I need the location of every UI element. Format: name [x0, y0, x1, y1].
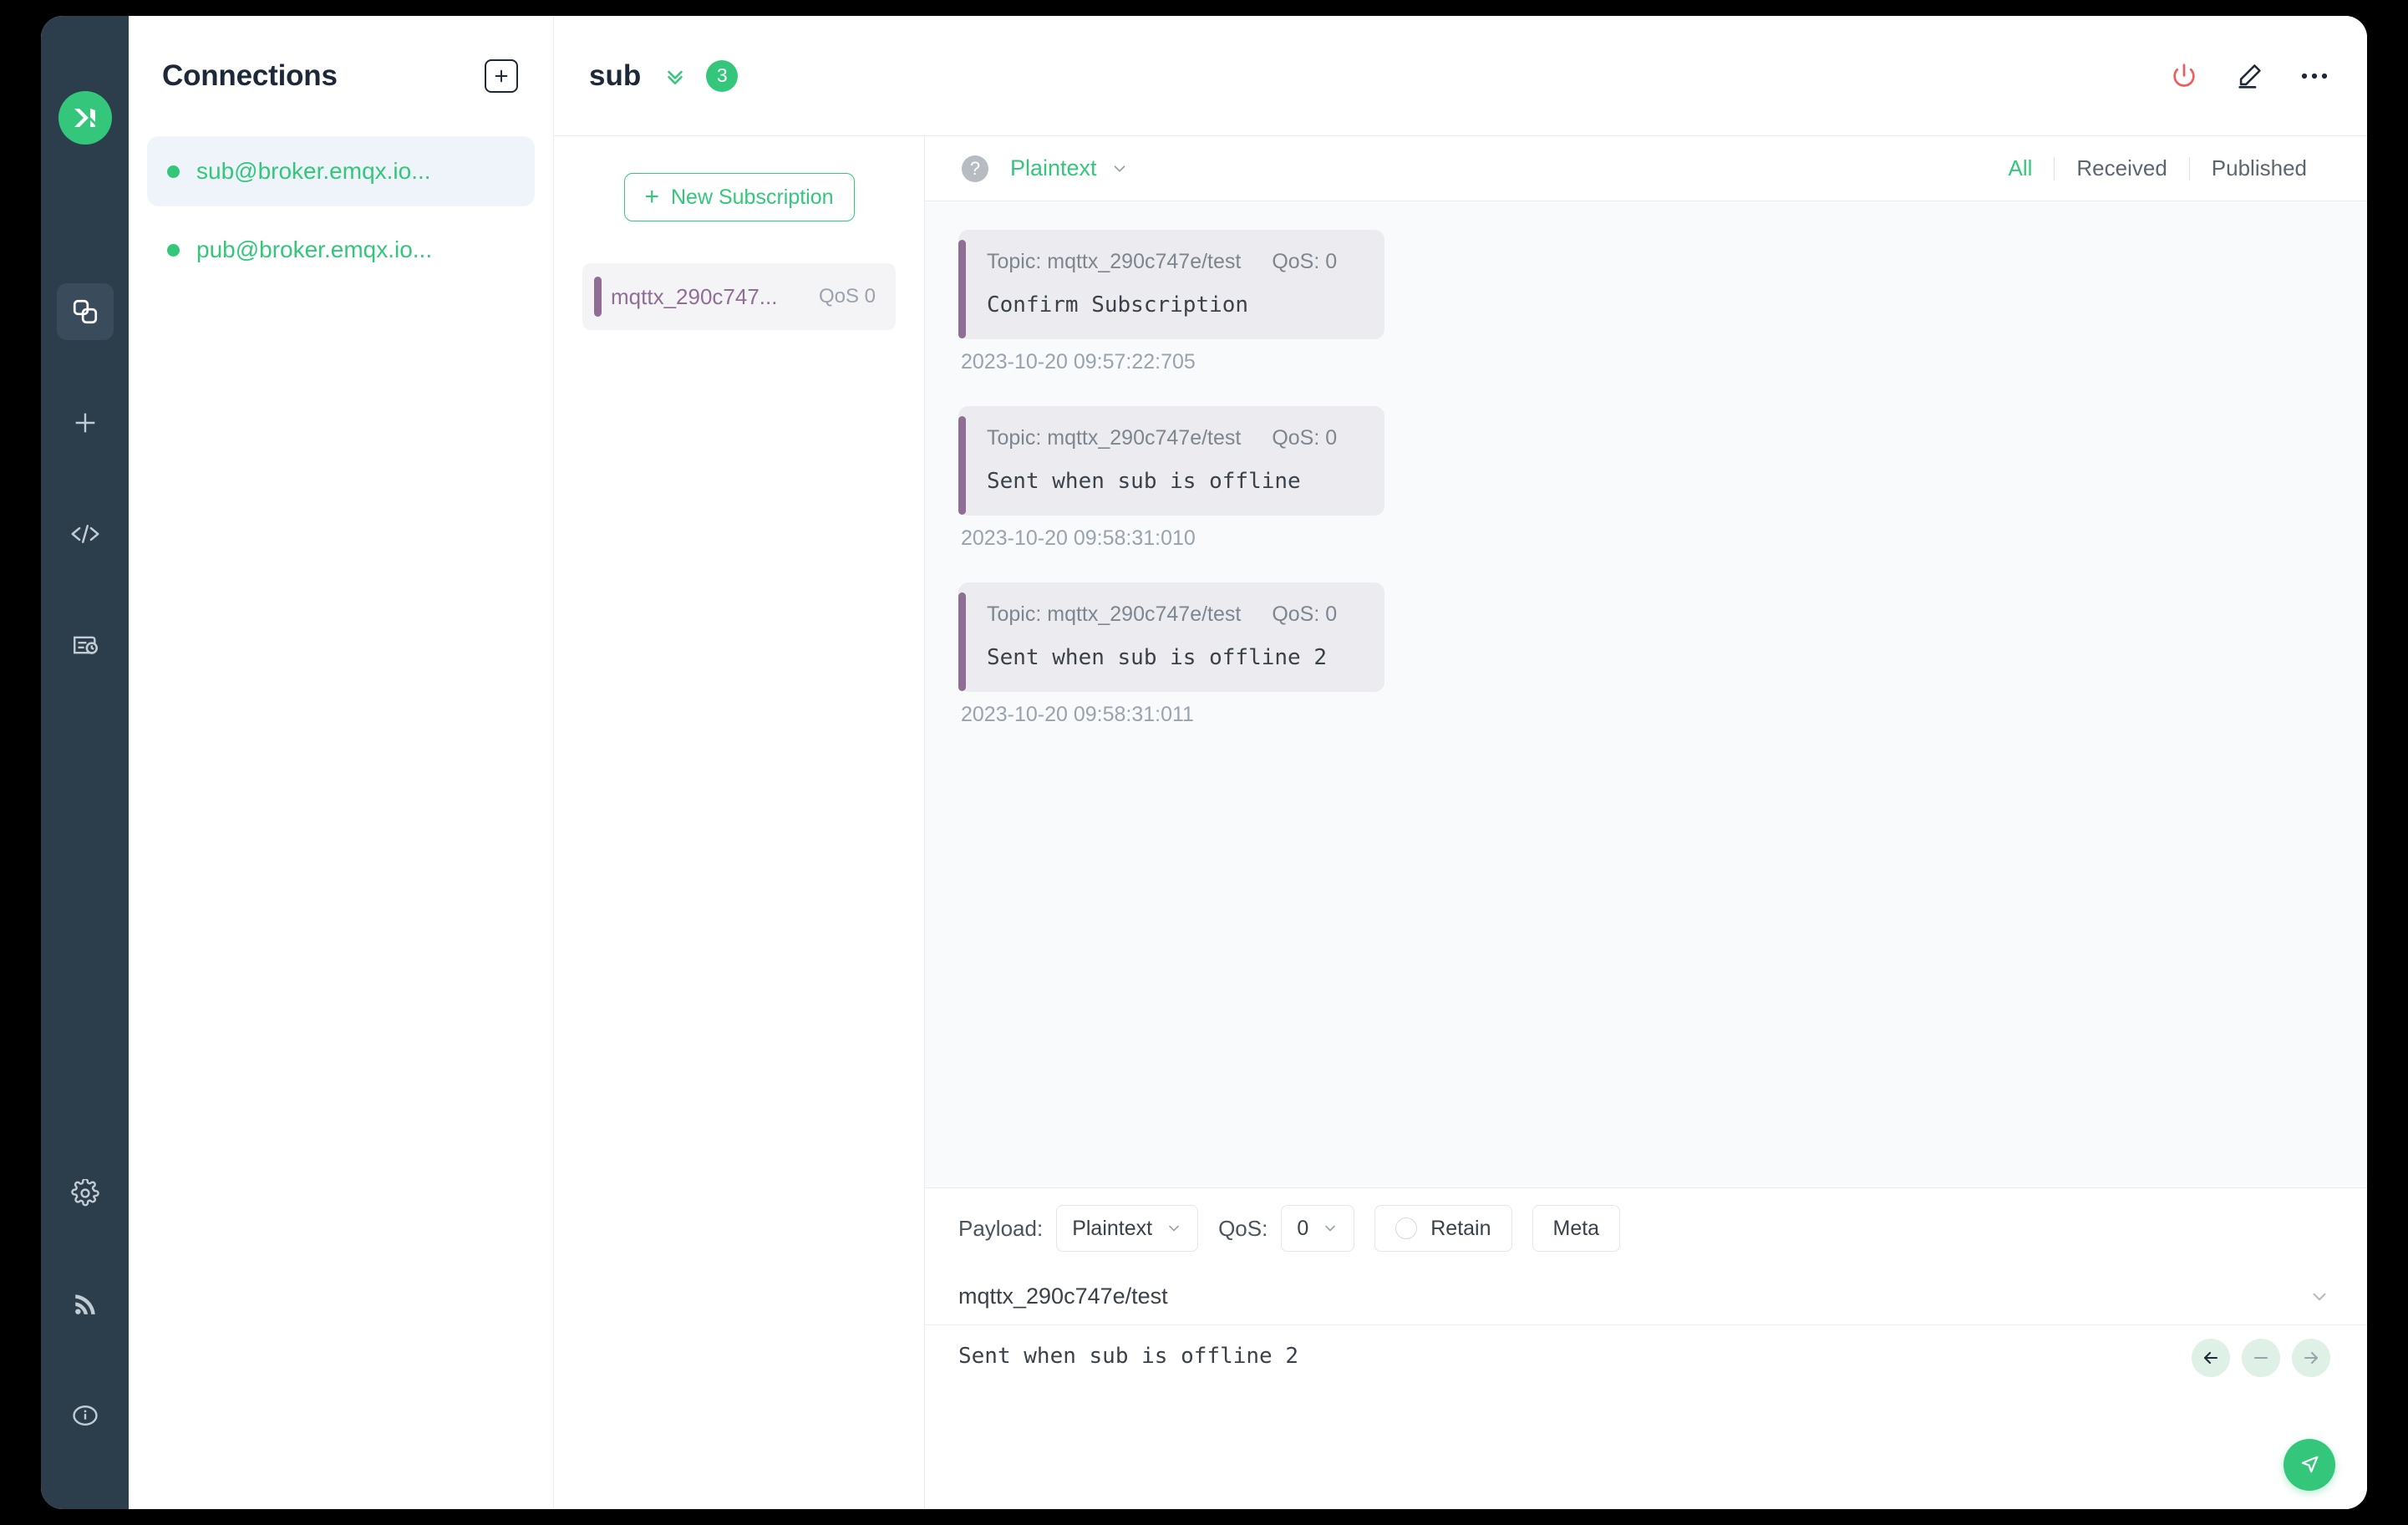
rail-bottom-group: [57, 1165, 114, 1509]
tab-all[interactable]: All: [1986, 155, 2054, 181]
message-bubble[interactable]: Topic: mqttx_290c747e/test QoS: 0 Confir…: [958, 230, 1384, 339]
message-topic: Topic: mqttx_290c747e/test: [987, 602, 1241, 626]
sidebar-item-log[interactable]: [57, 617, 114, 674]
message-qos: QoS: 0: [1272, 250, 1337, 273]
messages-panel: ? Plaintext All Received: [925, 136, 2367, 1509]
message-bubble[interactable]: Topic: mqttx_290c747e/test QoS: 0 Sent w…: [958, 582, 1384, 692]
mqttx-logo-icon: [58, 91, 112, 145]
page-title: Connections: [162, 59, 338, 93]
publish-message-row: Sent when sub is offline 2: [925, 1325, 2367, 1509]
sidebar-item-settings[interactable]: [57, 1165, 114, 1222]
message-meta: Topic: mqttx_290c747e/test QoS: 0: [987, 602, 1356, 627]
connections-panel: Connections sub@broker.emqx.io... pub@br…: [129, 16, 554, 1509]
add-connection-button[interactable]: [485, 59, 518, 93]
icon-rail: [41, 16, 129, 1509]
message-meta: Topic: mqttx_290c747e/test QoS: 0: [987, 426, 1356, 450]
retain-toggle[interactable]: Retain: [1374, 1205, 1511, 1252]
publish-qos-select[interactable]: 0: [1281, 1205, 1354, 1252]
publish-bar: Payload: Plaintext QoS: 0: [925, 1187, 2367, 1509]
message-meta: Topic: mqttx_290c747e/test QoS: 0: [987, 250, 1356, 274]
chevron-down-icon: [1110, 160, 1129, 178]
qos-label: QoS:: [1218, 1216, 1268, 1242]
publish-topic-row: mqttx_290c747e/test: [925, 1268, 2367, 1325]
question-mark-icon[interactable]: ?: [962, 155, 988, 182]
connection-name: pub@broker.emqx.io...: [196, 236, 432, 263]
sidebar-item-about[interactable]: [57, 1387, 114, 1444]
chevron-down-icon: [1322, 1220, 1339, 1237]
main-body: + New Subscription mqttx_290c747... QoS …: [554, 136, 2367, 1509]
subscription-topic: mqttx_290c747...: [611, 284, 807, 310]
connection-title: sub: [589, 59, 641, 93]
message-bubble[interactable]: Topic: mqttx_290c747e/test QoS: 0 Sent w…: [958, 406, 1384, 516]
payload-format-value: Plaintext: [1010, 155, 1097, 181]
history-next-button[interactable]: [2292, 1339, 2330, 1377]
app-window: Connections sub@broker.emqx.io... pub@br…: [41, 16, 2367, 1509]
message-payload: Sent when sub is offline 2: [987, 645, 1356, 670]
history-clear-button[interactable]: [2242, 1339, 2280, 1377]
sidebar-item-broadcast[interactable]: [57, 1276, 114, 1333]
new-subscription-button[interactable]: + New Subscription: [624, 173, 855, 221]
message-color-bar: [958, 592, 966, 691]
payload-label: Payload:: [958, 1216, 1043, 1242]
meta-button[interactable]: Meta: [1532, 1205, 1621, 1252]
message-item: Topic: mqttx_290c747e/test QoS: 0 Confir…: [958, 230, 2329, 374]
message-qos: QoS: 0: [1272, 602, 1337, 626]
more-options-button[interactable]: [2300, 71, 2329, 81]
main-panel: sub 3: [554, 16, 2367, 1509]
subscription-qos: QoS 0: [819, 285, 876, 308]
chevron-down-icon: [1166, 1220, 1182, 1237]
message-item: Topic: mqttx_290c747e/test QoS: 0 Sent w…: [958, 582, 2329, 727]
publish-message-input[interactable]: Sent when sub is offline 2: [958, 1344, 2330, 1369]
chevron-down-icon[interactable]: [2309, 1286, 2330, 1308]
sidebar-item-connections[interactable]: [57, 283, 114, 340]
publish-topic-input[interactable]: mqttx_290c747e/test: [958, 1284, 2309, 1309]
radio-icon: [1395, 1217, 1417, 1239]
new-subscription-label: New Subscription: [671, 186, 834, 210]
plus-icon: +: [644, 185, 659, 210]
subscription-item[interactable]: mqttx_290c747... QoS 0: [582, 263, 896, 330]
message-payload: Confirm Subscription: [987, 292, 1356, 318]
tab-published[interactable]: Published: [2190, 155, 2329, 181]
message-timestamp: 2023-10-20 09:58:31:010: [958, 526, 2329, 551]
message-payload: Sent when sub is offline: [987, 469, 1356, 494]
connection-list: sub@broker.emqx.io... pub@broker.emqx.io…: [129, 136, 553, 293]
history-prev-button[interactable]: [2192, 1339, 2230, 1377]
double-chevron-down-icon[interactable]: [663, 64, 688, 89]
disconnect-button[interactable]: [2170, 62, 2198, 90]
message-color-bar: [958, 240, 966, 338]
message-count-badge: 3: [706, 60, 738, 92]
message-filter-tabs: All Received Published: [1986, 155, 2329, 181]
publish-payload-format-value: Plaintext: [1072, 1217, 1152, 1241]
connection-item-sub[interactable]: sub@broker.emqx.io...: [147, 136, 535, 206]
connection-header: sub 3: [554, 16, 2367, 136]
subscriptions-panel: + New Subscription mqttx_290c747... QoS …: [554, 136, 925, 1509]
messages-toolbar: ? Plaintext All Received: [925, 136, 2367, 201]
send-button[interactable]: [2284, 1439, 2335, 1491]
message-timestamp: 2023-10-20 09:57:22:705: [958, 350, 2329, 374]
connection-name: sub@broker.emqx.io...: [196, 158, 431, 185]
connections-header: Connections: [129, 16, 553, 136]
retain-label: Retain: [1430, 1217, 1491, 1241]
payload-format-selector[interactable]: Plaintext: [1010, 155, 1129, 181]
publish-payload-format-select[interactable]: Plaintext: [1056, 1205, 1198, 1252]
message-topic: Topic: mqttx_290c747e/test: [987, 250, 1241, 273]
message-list[interactable]: Topic: mqttx_290c747e/test QoS: 0 Confir…: [925, 201, 2367, 1187]
publish-qos-value: 0: [1297, 1217, 1308, 1241]
message-qos: QoS: 0: [1272, 426, 1337, 450]
message-color-bar: [958, 416, 966, 515]
history-nav-buttons: [2180, 1339, 2330, 1377]
edit-connection-button[interactable]: [2235, 62, 2263, 90]
message-topic: Topic: mqttx_290c747e/test: [987, 426, 1241, 450]
status-dot-icon: [167, 165, 180, 178]
message-timestamp: 2023-10-20 09:58:31:011: [958, 703, 2329, 727]
sidebar-item-new-connection[interactable]: [57, 394, 114, 451]
sidebar-item-scripts[interactable]: [57, 506, 114, 562]
tab-received[interactable]: Received: [2055, 155, 2188, 181]
publish-options-row: Payload: Plaintext QoS: 0: [925, 1188, 2367, 1268]
connection-item-pub[interactable]: pub@broker.emqx.io...: [147, 215, 535, 285]
status-dot-icon: [167, 244, 180, 257]
subscription-color-bar: [594, 277, 602, 317]
message-item: Topic: mqttx_290c747e/test QoS: 0 Sent w…: [958, 406, 2329, 551]
